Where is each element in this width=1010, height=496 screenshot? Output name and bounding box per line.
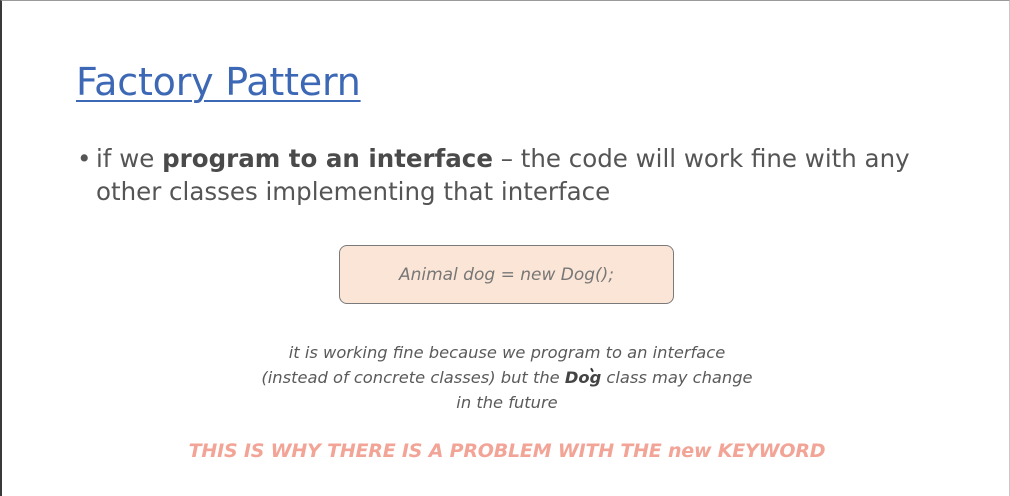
code-snippet-box: Animal dog = new Dog(); — [339, 245, 674, 304]
explanation-bold: Dog — [564, 368, 602, 387]
slide-title: Factory Pattern — [76, 60, 361, 104]
explanation-text: it is working fine because we program to… — [257, 340, 757, 415]
bullet-text-bold: program to an interface — [162, 144, 493, 173]
bullet-text: if we program to an interface – the code… — [77, 142, 957, 208]
slide: Factory Pattern • if we program to an in… — [0, 0, 1010, 496]
code-snippet: Animal dog = new Dog(); — [398, 264, 615, 285]
warning-text: THIS IS WHY THERE IS A PROBLEM WITH THE … — [188, 440, 826, 462]
bullet-marker: • — [77, 144, 92, 173]
bullet-point: • if we program to an interface – the co… — [77, 142, 957, 208]
bullet-text-pre: if we — [96, 144, 163, 173]
